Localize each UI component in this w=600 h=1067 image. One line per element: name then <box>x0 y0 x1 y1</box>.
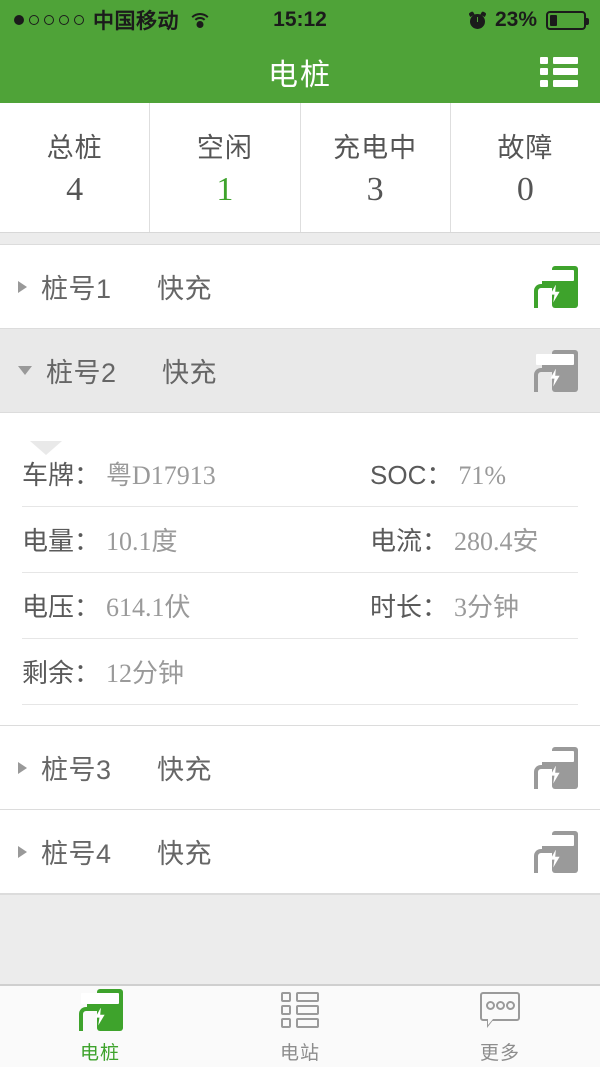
detail-cell-left: 电量： 10.1度 <box>22 521 322 558</box>
charging-pile-icon <box>532 349 578 392</box>
pile-type: 快充 <box>157 274 212 304</box>
status-bar: 中国移动 15:12 23% <box>0 0 600 40</box>
pile-type: 快充 <box>157 755 212 785</box>
stat-cell[interactable]: 充电中 3 <box>301 103 451 232</box>
pile-name: 桩号2 <box>46 358 117 388</box>
signal-strength-dots <box>14 15 84 25</box>
more-chat-icon <box>480 991 520 1028</box>
app-root: 中国移动 15:12 23% 电桩 总桩 4 空闲 1 充电中 3 故障 0 桩号1 快充 桩号2… <box>0 0 600 1067</box>
tab-icon <box>480 989 520 1031</box>
stat-cell[interactable]: 总桩 4 <box>0 103 151 232</box>
station-list-icon <box>281 991 319 1028</box>
battery-icon <box>546 10 589 30</box>
stat-label: 充电中 <box>333 133 418 163</box>
detail-value: 614.1伏 <box>106 593 191 622</box>
tab-icon <box>77 988 123 1031</box>
detail-label: 电压： <box>22 592 101 622</box>
detail-value: 3分钟 <box>454 593 520 622</box>
pile-row[interactable]: 桩号2 快充 <box>0 329 600 413</box>
detail-cell-right: 电流： 280.4安 <box>322 521 578 558</box>
chevron-down-icon[interactable] <box>18 366 32 375</box>
pile-name: 桩号3 <box>41 755 112 785</box>
pile-row[interactable]: 桩号4 快充 <box>0 810 600 894</box>
stat-cell[interactable]: 空闲 1 <box>150 103 301 232</box>
tab-label: 电桩 <box>79 1042 120 1064</box>
chevron-right-icon[interactable] <box>18 280 27 293</box>
detail-label: 剩余： <box>22 658 101 688</box>
detail-row: 电量： 10.1度 电流： 280.4安 <box>22 507 578 573</box>
wifi-icon <box>188 12 212 29</box>
bottom-tab-bar: 电桩 电站 更多 <box>0 985 600 1067</box>
detail-cell-left: 车牌： 粤D17913 <box>22 455 322 492</box>
charging-pile-icon <box>532 830 578 873</box>
pile-type: 快充 <box>162 358 217 388</box>
stat-label: 总桩 <box>46 133 103 163</box>
detail-value: 12分钟 <box>106 659 185 688</box>
tab-charging-pile-icon[interactable]: 电桩 <box>0 986 200 1067</box>
stat-value: 0 <box>516 171 534 208</box>
charging-pile-icon <box>532 265 578 308</box>
detail-value: 280.4安 <box>454 527 539 556</box>
charging-pile-icon <box>77 988 123 1031</box>
pile-name: 桩号1 <box>41 274 112 304</box>
tab-label: 更多 <box>479 1042 520 1064</box>
tab-more-chat-icon[interactable]: 更多 <box>400 986 600 1067</box>
detail-cell-right: SOC： 71% <box>322 455 578 492</box>
stat-cell[interactable]: 故障 0 <box>451 103 600 232</box>
pile-name: 桩号4 <box>41 839 112 869</box>
charging-pile-icon <box>532 746 578 789</box>
status-bar-right: 23% <box>468 8 589 32</box>
detail-value: 粤D17913 <box>106 461 216 490</box>
pile-list: 桩号1 快充 桩号2 快充 车牌： 粤D17913 SOC： 71% 电量： 10.1度 电流： 28… <box>0 245 600 894</box>
stat-label: 故障 <box>497 133 554 163</box>
detail-cell-left: 电压： 614.1伏 <box>22 587 322 624</box>
detail-cell-left: 剩余： 12分钟 <box>22 653 322 690</box>
detail-notch <box>30 441 62 455</box>
status-bar-left: 中国移动 <box>14 5 212 35</box>
tab-icon <box>281 989 319 1031</box>
detail-row: 电压： 614.1伏 时长： 3分钟 <box>22 573 578 639</box>
app-header: 电桩 <box>0 40 600 103</box>
detail-bottom-pad <box>22 705 578 725</box>
detail-label: 车牌： <box>22 460 101 490</box>
section-spacer <box>0 233 600 245</box>
tab-label: 电站 <box>279 1042 320 1064</box>
pile-detail-panel: 车牌： 粤D17913 SOC： 71% 电量： 10.1度 电流： 280.4安 电压： 614… <box>0 441 600 726</box>
detail-label: 电量： <box>22 526 101 556</box>
pile-row[interactable]: 桩号1 快充 <box>0 245 600 329</box>
list-menu-icon[interactable] <box>540 56 578 87</box>
pile-type: 快充 <box>157 839 212 869</box>
chevron-right-icon[interactable] <box>18 845 27 858</box>
detail-label: SOC： <box>370 460 453 490</box>
detail-label: 时长： <box>370 592 449 622</box>
stat-value: 3 <box>366 171 384 208</box>
tab-station-list-icon[interactable]: 电站 <box>200 986 400 1067</box>
carrier-label: 中国移动 <box>93 10 179 33</box>
empty-filler <box>0 894 600 985</box>
stat-value: 1 <box>216 171 234 208</box>
alarm-icon <box>468 10 487 29</box>
detail-row: 剩余： 12分钟 <box>22 639 578 705</box>
detail-value: 71% <box>458 461 507 490</box>
detail-label: 电流： <box>370 526 449 556</box>
detail-value: 10.1度 <box>106 527 178 556</box>
stat-label: 空闲 <box>196 133 253 163</box>
detail-cell-right: 时长： 3分钟 <box>322 587 578 624</box>
detail-row: 车牌： 粤D17913 SOC： 71% <box>22 441 578 507</box>
stat-value: 4 <box>66 171 84 208</box>
chevron-right-icon[interactable] <box>18 761 27 774</box>
page-title: 电桩 <box>268 58 332 92</box>
stats-summary: 总桩 4 空闲 1 充电中 3 故障 0 <box>0 103 600 233</box>
pile-row[interactable]: 桩号3 快充 <box>0 726 600 810</box>
battery-percent-label: 23% <box>494 8 537 31</box>
